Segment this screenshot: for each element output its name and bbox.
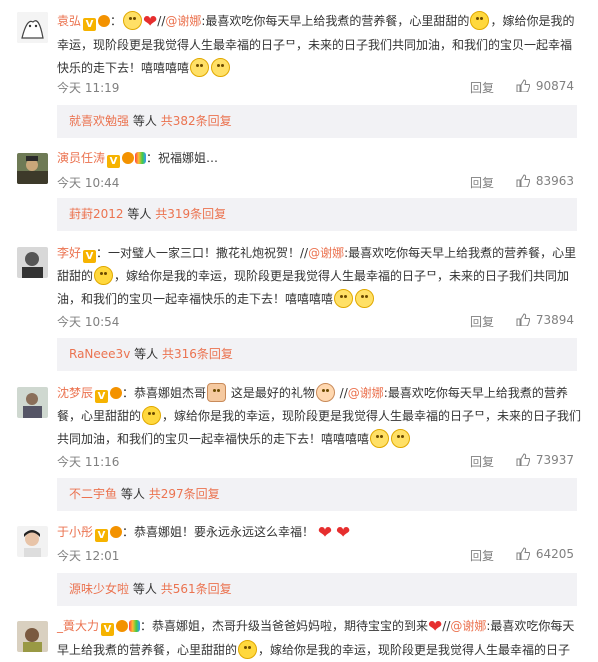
smile-emoji-icon [142,406,162,425]
verified-icon: V [95,529,109,542]
username[interactable]: 演员任涛 [57,151,105,165]
verified-icon: V [95,390,109,403]
replies-summary[interactable]: 就喜欢勉强 等人 共382条回复 [57,105,577,138]
reply-username[interactable]: RaNeee3v [69,347,130,361]
reply-count-link[interactable]: 共297条回复 [149,487,220,501]
avatar[interactable] [17,153,48,184]
rainbow-icon [129,620,141,632]
reply-username[interactable]: 葑葑2012 [69,207,124,221]
reply-button[interactable]: 回复 [470,313,494,330]
username[interactable]: _蕢大力 [57,619,99,633]
thumbs-up-icon [516,453,530,466]
comment-text: 沈梦辰 V ：恭喜娜姐杰哥 这是最好的礼物 //@谢娜:最喜欢吃你每天早上给我煮的营… [57,382,584,451]
smile-emoji-icon [470,11,490,30]
grin-emoji-icon [355,289,375,308]
avatar[interactable] [17,621,48,652]
reply-button[interactable]: 回复 [470,174,494,191]
clap-emoji-icon [207,383,227,402]
mention-link[interactable]: @谢娜 [450,619,486,633]
vip-icon [110,387,123,399]
heart-icon: ❤ [317,523,333,543]
thumbs-up-icon [516,547,530,560]
heart-icon: ❤ [428,617,443,637]
heart-icon: ❤ [143,12,158,32]
username[interactable]: 于小彤 [57,525,93,539]
replies-summary[interactable]: 不二宇鱼 等人 共297条回复 [57,478,577,511]
like-button[interactable]: 83963 [516,174,574,188]
vip-icon [98,15,111,27]
username[interactable]: 袁弘 [57,14,81,28]
grin-emoji-icon [190,58,210,77]
grin-emoji-icon [211,58,231,77]
reply-button[interactable]: 回复 [470,453,494,470]
timestamp: 今天 11:16 [57,455,120,469]
thumbs-up-icon [516,313,530,326]
comment-text: 于小彤 V ：恭喜娜姐！要永远永远这么幸福！ ❤ ❤ [57,523,351,543]
baby-emoji-icon [315,383,335,402]
comment-text: 袁弘 V： ❤//@谢娜:最喜欢吃你每天早上给我煮的营养餐，心里甜甜的 ，嫁给你是我的… [57,11,575,77]
username[interactable]: 李好 [57,246,81,260]
username[interactable]: 沈梦辰 [57,386,93,400]
reply-username[interactable]: 就喜欢勉强 [69,114,129,128]
smile-emoji-icon [94,266,114,285]
mention-link[interactable]: @谢娜 [308,246,344,260]
reply-username[interactable]: 源味少女啦 [69,582,129,596]
timestamp: 今天 11:19 [57,81,120,95]
thumbs-up-icon [516,174,530,187]
replies-summary[interactable]: RaNeee3v 等人 共316条回复 [57,338,577,371]
mention-link[interactable]: @谢娜 [348,386,384,400]
reply-count-link[interactable]: 共561条回复 [161,582,232,596]
grin-emoji-icon [391,429,411,448]
grin-emoji-icon [123,11,143,30]
reply-count-link[interactable]: 共319条回复 [155,207,226,221]
like-button[interactable]: 73894 [516,313,574,327]
like-button[interactable]: 90874 [516,79,574,93]
comment-text: 演员任涛 V ：祝福娜姐… [57,151,219,168]
timestamp: 今天 10:54 [57,315,120,329]
vip-icon [116,620,129,632]
reply-username[interactable]: 不二宇鱼 [69,487,117,501]
grin-emoji-icon [334,289,354,308]
reply-button[interactable]: 回复 [470,547,494,564]
replies-summary[interactable]: 源味少女啦 等人 共561条回复 [57,573,577,606]
reply-count-link[interactable]: 共382条回复 [161,114,232,128]
mention-link[interactable]: @谢娜 [165,14,201,28]
grin-emoji-icon [370,429,390,448]
vip-icon [122,152,135,164]
avatar[interactable] [17,387,48,418]
smile-emoji-icon [238,640,258,659]
verified-icon: V [101,623,115,636]
like-button[interactable]: 73937 [516,453,574,467]
heart-icon: ❤ [335,523,351,543]
like-button[interactable]: 64205 [516,547,574,561]
comment-text: _蕢大力 V ：恭喜娜姐，杰哥升级当爸爸妈妈啦，期待宝宝的到来❤//@谢娜:最喜欢吃… [57,617,575,659]
thumbs-up-icon [516,79,530,92]
timestamp: 今天 12:01 [57,549,120,563]
replies-summary[interactable]: 葑葑2012 等人 共319条回复 [57,198,577,231]
avatar[interactable] [17,526,48,557]
verified-icon: V [107,155,121,168]
vip-icon [110,526,123,538]
reply-button[interactable]: 回复 [470,79,494,96]
verified-icon: V [83,18,97,31]
avatar[interactable] [17,247,48,278]
reply-count-link[interactable]: 共316条回复 [162,347,233,361]
timestamp: 今天 10:44 [57,176,120,190]
rainbow-icon [135,152,147,164]
comment-text: 李好 V ：一对璧人一家三口！撒花礼炮祝贺！//@谢娜:最喜欢吃你每天早上给我煮的营… [57,246,577,308]
avatar[interactable] [17,12,48,43]
verified-icon: V [83,250,97,263]
